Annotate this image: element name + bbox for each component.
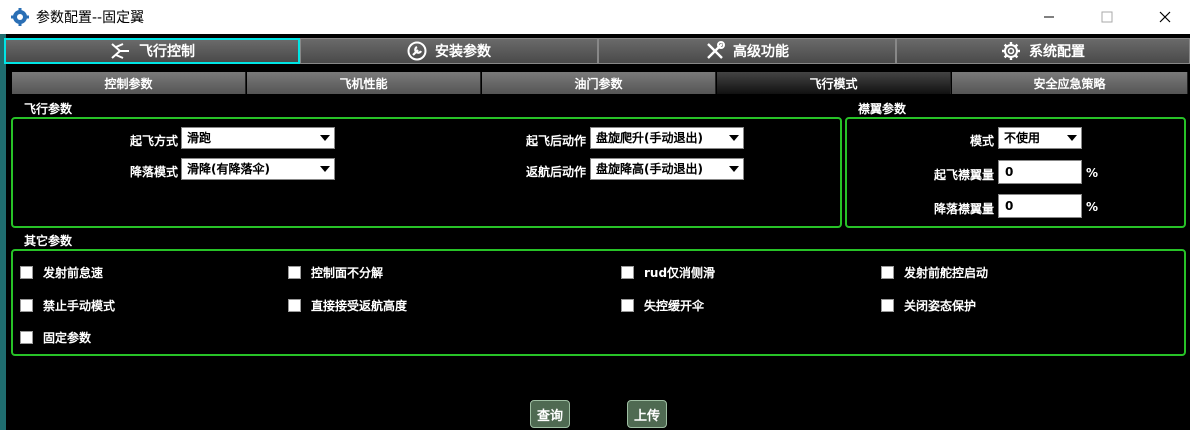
left-accent-bar: [0, 34, 6, 430]
query-button[interactable]: 查询: [530, 400, 570, 428]
landing-flap-input[interactable]: 0: [998, 194, 1082, 218]
sub-tab-bar: 控制参数 飞机性能 油门参数 飞行模式 安全应急策略: [12, 72, 1188, 94]
tab-install-params[interactable]: 安装参数: [300, 38, 598, 64]
maximize-button[interactable]: [1084, 0, 1130, 34]
landing-mode-select[interactable]: 滑降(有降落伞): [181, 158, 335, 180]
post-return-label: 返航后动作: [525, 165, 586, 179]
checkbox-box[interactable]: [881, 266, 894, 279]
section-flight-params: 飞行参数: [24, 102, 73, 116]
wrench-circle-icon: [407, 41, 427, 61]
chevron-down-icon: [1067, 135, 1077, 141]
checkbox-disable-manual-mode[interactable]: 禁止手动模式: [20, 297, 115, 314]
checkbox-label: 控制面不分解: [311, 266, 384, 280]
close-button[interactable]: [1142, 0, 1188, 34]
plane-icon: [111, 43, 129, 59]
minimize-icon: [1044, 16, 1054, 18]
takeoff-flap-label: 起飞襟翼量: [933, 168, 994, 182]
app-gear-icon: [11, 8, 29, 26]
post-takeoff-value: 盘旋爬升(手动退出): [596, 131, 703, 145]
close-icon: [1159, 11, 1171, 23]
checkbox-box[interactable]: [621, 266, 634, 279]
checkbox-idle-before-launch[interactable]: 发射前怠速: [20, 264, 103, 281]
landing-mode-label: 降落模式: [129, 165, 178, 179]
flap-mode-value: 不使用: [1004, 131, 1041, 145]
landing-flap-label: 降落襟翼量: [933, 202, 994, 216]
takeoff-mode-select[interactable]: 滑跑: [181, 127, 335, 149]
checkbox-box[interactable]: [288, 266, 301, 279]
checkbox-label: 固定参数: [43, 331, 92, 345]
tab-label: 系统配置: [1029, 44, 1085, 60]
post-return-select[interactable]: 盘旋降高(手动退出): [590, 158, 744, 180]
checkbox-label: 失控缓开伞: [644, 299, 705, 313]
post-takeoff-select[interactable]: 盘旋爬升(手动退出): [590, 127, 744, 149]
landing-mode-value: 滑降(有降落伞): [187, 162, 270, 176]
subtab-flight-mode[interactable]: 飞行模式: [717, 72, 951, 94]
chevron-down-icon: [320, 135, 330, 141]
checkbox-box[interactable]: [621, 299, 634, 312]
checkbox-box[interactable]: [20, 331, 33, 344]
checkbox-disable-attitude-protect[interactable]: 关闭姿态保护: [881, 297, 976, 314]
checkbox-accept-return-altitude[interactable]: 直接接受返航高度: [288, 297, 407, 314]
window-title: 参数配置--固定翼: [36, 10, 145, 26]
checkbox-box[interactable]: [881, 299, 894, 312]
checkbox-slow-chute-on-loss[interactable]: 失控缓开伞: [621, 297, 704, 314]
checkbox-fixed-params[interactable]: 固定参数: [20, 329, 91, 346]
checkbox-servo-start-before-launch[interactable]: 发射前舵控启动: [881, 264, 988, 281]
checkbox-label: 直接接受返航高度: [311, 299, 408, 313]
maximize-icon: [1101, 11, 1113, 23]
flap-mode-select[interactable]: 不使用: [998, 127, 1082, 149]
takeoff-flap-unit: %: [1086, 166, 1099, 180]
checkbox-box[interactable]: [20, 266, 33, 279]
takeoff-mode-value: 滑跑: [187, 131, 212, 145]
tab-flight-control[interactable]: 飞行控制: [4, 38, 300, 64]
section-other-params: 其它参数: [24, 234, 73, 248]
checkbox-box[interactable]: [20, 299, 33, 312]
checkbox-box[interactable]: [288, 299, 301, 312]
title-bar: 参数配置--固定翼: [0, 0, 1190, 34]
checkbox-label: 关闭姿态保护: [904, 299, 977, 313]
tab-label: 飞行控制: [139, 44, 195, 60]
section-flap-params: 襟翼参数: [858, 102, 907, 116]
tab-label: 安装参数: [435, 44, 491, 60]
post-takeoff-label: 起飞后动作: [525, 134, 586, 148]
chevron-down-icon: [729, 166, 739, 172]
checkbox-no-surface-decompose[interactable]: 控制面不分解: [288, 264, 383, 281]
other-params-box: [11, 249, 1186, 356]
checkbox-label: 发射前怠速: [43, 266, 104, 280]
takeoff-flap-input[interactable]: 0: [998, 160, 1082, 184]
subtab-safety-strategy[interactable]: 安全应急策略: [952, 72, 1188, 94]
flap-mode-label: 模式: [969, 134, 994, 148]
chevron-down-icon: [320, 166, 330, 172]
checkbox-rud-sideslip-only[interactable]: rud仅消侧滑: [621, 264, 715, 281]
minimize-button[interactable]: [1026, 0, 1072, 34]
main-tab-bar: 飞行控制 安装参数 高级功能 系统配置: [4, 38, 1190, 66]
upload-button[interactable]: 上传: [627, 400, 667, 428]
subtab-control-params[interactable]: 控制参数: [12, 72, 246, 94]
checkbox-label: rud仅消侧滑: [644, 266, 716, 280]
subtab-throttle-params[interactable]: 油门参数: [482, 72, 716, 94]
tools-icon: [707, 41, 725, 59]
subtab-aircraft-performance[interactable]: 飞机性能: [247, 72, 481, 94]
takeoff-mode-label: 起飞方式: [129, 134, 178, 148]
chevron-down-icon: [729, 135, 739, 141]
checkbox-label: 发射前舵控启动: [904, 266, 989, 280]
gear-icon: [1002, 42, 1020, 60]
landing-flap-unit: %: [1086, 200, 1099, 214]
tab-label: 高级功能: [733, 44, 789, 60]
tab-advanced[interactable]: 高级功能: [598, 38, 896, 64]
post-return-value: 盘旋降高(手动退出): [596, 162, 703, 176]
checkbox-label: 禁止手动模式: [43, 299, 116, 313]
tab-system-config[interactable]: 系统配置: [896, 38, 1190, 64]
